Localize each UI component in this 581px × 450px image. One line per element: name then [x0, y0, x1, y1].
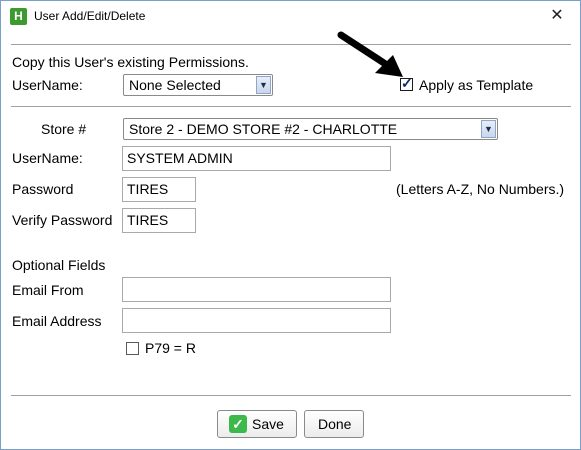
- password-field[interactable]: TIRES: [122, 177, 196, 202]
- divider: [11, 106, 571, 107]
- chevron-down-icon[interactable]: ▼: [481, 120, 496, 138]
- copy-username-label: UserName:: [12, 77, 83, 93]
- done-button-label: Done: [318, 416, 352, 432]
- copy-permissions-heading: Copy this User's existing Permissions.: [12, 54, 249, 70]
- email-from-label: Email From: [12, 282, 84, 298]
- title-bar: H User Add/Edit/Delete ✕: [1, 1, 580, 32]
- password-label: Password: [12, 181, 74, 197]
- app-logo-icon: H: [10, 8, 27, 25]
- chevron-down-icon[interactable]: ▼: [256, 76, 271, 94]
- optional-fields-heading: Optional Fields: [12, 257, 106, 273]
- apply-template-label: Apply as Template: [419, 77, 534, 93]
- user-add-edit-delete-dialog: H User Add/Edit/Delete ✕ Copy this User'…: [0, 0, 581, 450]
- divider: [11, 395, 571, 396]
- p79-checkbox[interactable]: [126, 342, 139, 355]
- username-value: SYSTEM ADMIN: [127, 150, 233, 166]
- close-icon[interactable]: ✕: [534, 1, 580, 32]
- email-address-field[interactable]: [122, 308, 391, 333]
- arrow-pointer-icon: [337, 31, 403, 77]
- verify-password-label: Verify Password: [12, 212, 113, 228]
- save-button-label: Save: [252, 416, 284, 432]
- password-hint: (Letters A-Z, No Numbers.): [396, 181, 565, 197]
- p79-label: P79 = R: [145, 340, 196, 356]
- window-title: User Add/Edit/Delete: [34, 9, 146, 23]
- verify-password-field[interactable]: TIRES: [122, 208, 196, 233]
- verify-password-value: TIRES: [127, 212, 169, 228]
- password-value: TIRES: [127, 181, 169, 197]
- save-button[interactable]: ✓ Save: [217, 410, 297, 438]
- done-button[interactable]: Done: [304, 410, 364, 438]
- copy-username-dropdown[interactable]: None Selected ▼: [123, 74, 273, 96]
- store-dropdown[interactable]: Store 2 - DEMO STORE #2 - CHARLOTTE ▼: [123, 118, 498, 140]
- divider: [11, 44, 571, 45]
- email-from-field[interactable]: [122, 277, 391, 302]
- username-field[interactable]: SYSTEM ADMIN: [122, 146, 391, 171]
- username-label: UserName:: [12, 150, 83, 166]
- email-address-label: Email Address: [12, 313, 102, 329]
- store-label: Store #: [41, 121, 87, 137]
- copy-username-value: None Selected: [129, 77, 221, 93]
- checkmark-icon: ✓: [229, 415, 247, 433]
- store-value: Store 2 - DEMO STORE #2 - CHARLOTTE: [129, 121, 398, 137]
